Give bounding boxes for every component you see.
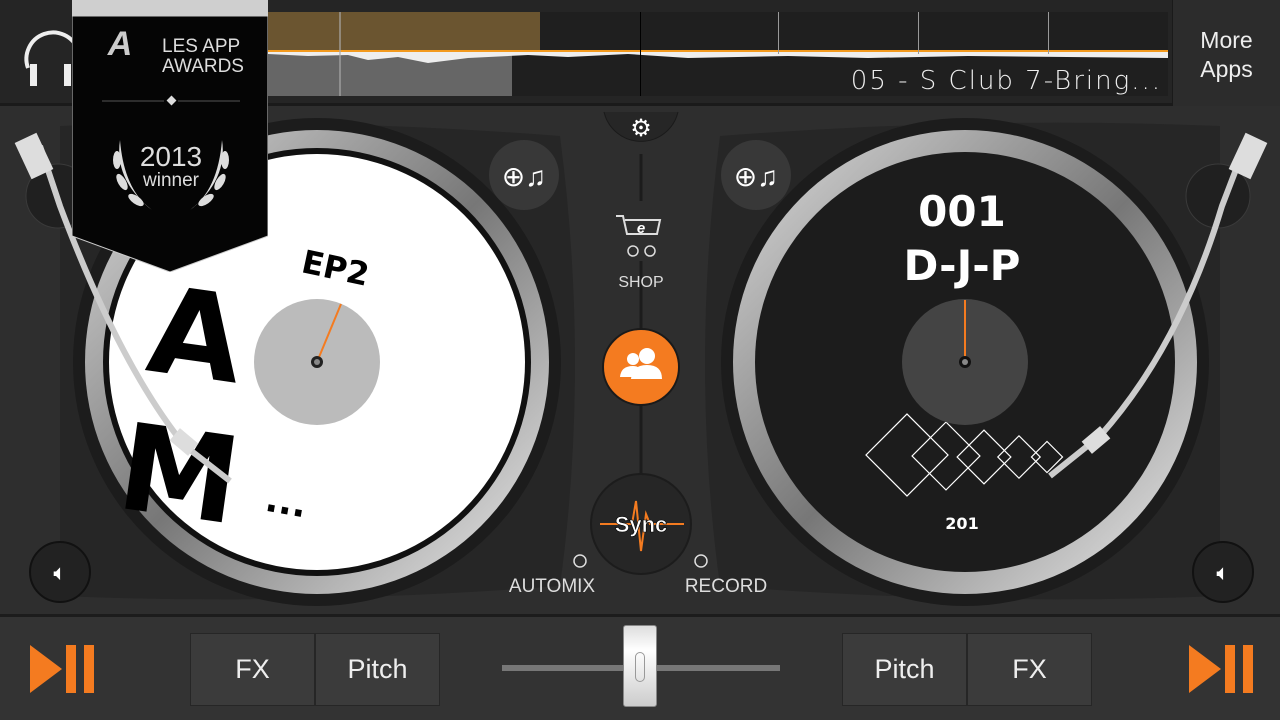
right-pitch-button[interactable]: Pitch <box>842 633 967 706</box>
record-letter-a: A <box>140 261 251 412</box>
shop-label: SHOP <box>618 274 663 291</box>
automix-indicator[interactable] <box>573 554 587 568</box>
left-volume-button[interactable]: 🔈︎ <box>29 541 91 603</box>
social-button[interactable] <box>602 328 680 406</box>
add-music-icon: ⊕♫ <box>502 161 546 192</box>
gear-icon: ⚙ <box>630 115 652 142</box>
left-play-pause-button[interactable] <box>30 645 96 693</box>
track-title: 05 - S Club 7-Bring... <box>850 66 1162 96</box>
right-fx-button[interactable]: FX <box>967 633 1092 706</box>
left-pitch-button[interactable]: Pitch <box>315 633 440 706</box>
award-logo: A <box>107 25 133 63</box>
record-bpm: 201 <box>945 514 978 533</box>
sync-label: Sync <box>615 512 668 537</box>
speaker-icon: 🔈︎ <box>1216 560 1229 585</box>
speaker-icon: 🔈︎ <box>53 560 66 585</box>
record-dots: ... <box>262 479 310 527</box>
crossfader-knob[interactable] <box>623 625 657 707</box>
record-indicator[interactable] <box>694 554 708 568</box>
waveform-overview[interactable]: 05 - S Club 7-Bring... <box>268 12 1168 96</box>
award-line2: AWARDS <box>162 56 244 77</box>
bottom-bar: FX Pitch Pitch FX <box>0 614 1280 720</box>
record-number: 001 <box>918 187 1006 236</box>
record-button[interactable]: RECORD <box>685 576 767 597</box>
more-apps-label: More <box>1200 27 1253 53</box>
more-apps-button[interactable]: More Apps <box>1172 0 1280 106</box>
award-year: 2013 <box>140 141 202 172</box>
shop-button[interactable]: e SHOP <box>610 201 672 291</box>
left-fx-button[interactable]: FX <box>190 633 315 706</box>
svg-text:e: e <box>637 220 645 237</box>
automix-button[interactable]: AUTOMIX <box>509 576 596 597</box>
headphones-icon[interactable] <box>20 20 80 90</box>
load-track-right-button[interactable]: ⊕♫ <box>721 140 791 210</box>
settings-button[interactable]: ⚙ <box>603 111 679 142</box>
right-play-pause-button[interactable] <box>1189 645 1255 693</box>
load-track-left-button[interactable]: ⊕♫ <box>489 140 559 210</box>
more-apps-label: Apps <box>1200 56 1253 82</box>
record-artist: D-J-P <box>904 241 1021 290</box>
award-line1: LES APP <box>162 36 240 57</box>
right-turntable[interactable]: 001 D-J-P 201 <box>721 118 1209 606</box>
award-label: winner <box>142 170 200 191</box>
sync-button[interactable]: Sync <box>590 473 692 575</box>
award-banner: A LES APP AWARDS 2013 winner <box>71 0 269 273</box>
right-volume-button[interactable]: 🔈︎ <box>1192 541 1254 603</box>
add-music-icon: ⊕♫ <box>734 161 778 192</box>
